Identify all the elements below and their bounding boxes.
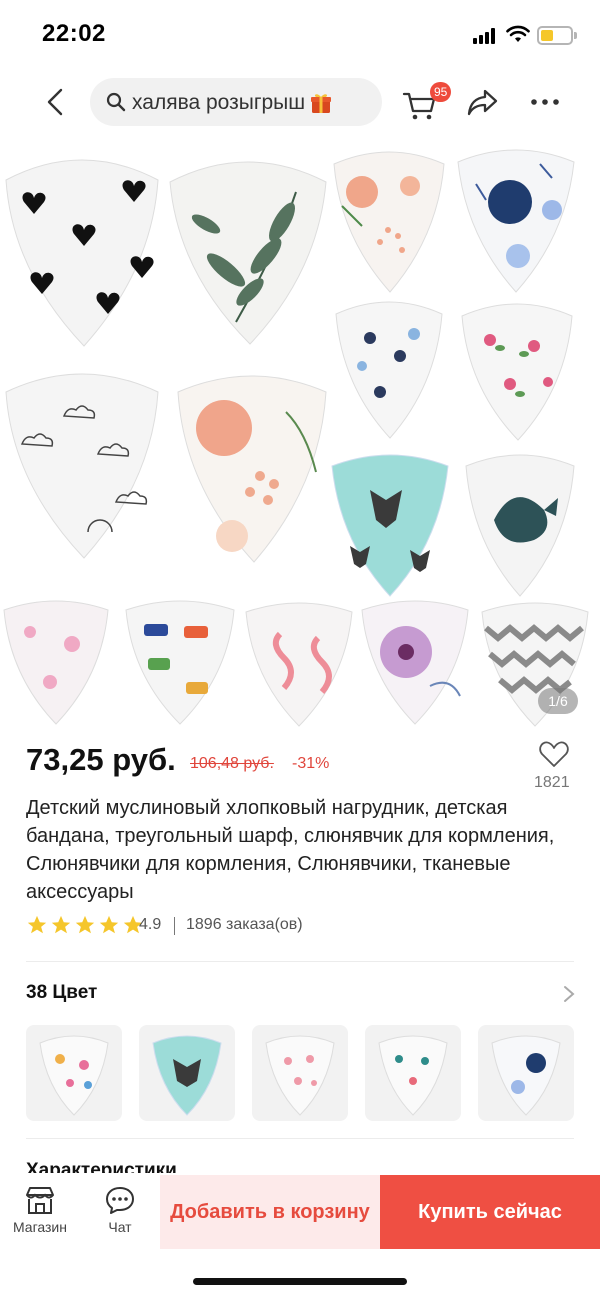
color-swatch-pink-shells[interactable] [252,1025,348,1121]
star-icon [27,915,47,934]
bib-lilac-flower-image [361,600,469,725]
bottom-action-bar: Магазин Чат Добавить в корзину Купить се… [0,1173,600,1251]
rating-value: 4.9 [139,916,162,933]
search-icon [106,92,126,112]
star-icon [51,915,71,934]
divider [26,1138,574,1139]
bib-peach-flower-image [177,375,327,563]
store-label: Магазин [12,1219,67,1235]
bib-dinosaur-image [335,301,443,439]
chat-tab[interactable]: Чат [80,1173,160,1251]
color-selector-header[interactable]: 38 Цвет [26,982,575,1008]
color-swatch-unicorn[interactable] [26,1025,122,1121]
product-image-gallery[interactable] [0,138,600,730]
nav-bar: халява розыгрыш 95 [0,74,600,130]
battery-tip [574,32,577,39]
bib-leaves-image [169,161,327,345]
divider [26,961,574,962]
store-tab[interactable]: Магазин [0,1173,80,1251]
product-title: Детский муслиновый хлопковый нагрудник, … [26,797,555,903]
chevron-right-icon [564,986,575,1002]
rating-separator [174,917,175,935]
bib-fox-mint-image [331,454,449,597]
orders-count: 1896 заказа(ов) [186,916,303,933]
search-input[interactable]: халява розыгрыш [90,78,382,126]
bib-clouds-image [5,373,159,559]
bib-blue-leaf-image [457,149,575,293]
wifi-icon [506,25,530,42]
old-price: 106,48 руб. [190,755,274,772]
status-time: 22:02 [42,20,106,47]
wishlist-count: 1821 [534,774,570,791]
gift-icon [311,94,331,113]
star-icon [75,915,95,934]
share-button[interactable] [465,86,501,118]
bib-cars-image [125,600,235,725]
bib-pink-unicorn-image [3,600,109,725]
color-swatches [26,1025,576,1121]
search-query: халява розыгрыш [132,91,306,114]
rating-stars [26,914,144,936]
cart-badge: 95 [430,82,452,102]
current-price: 73,25 руб. [26,742,176,777]
add-to-cart-button[interactable]: Добавить в корзину [160,1175,380,1249]
chat-label: Чат [108,1219,132,1235]
back-button[interactable] [36,82,76,122]
bib-flamingo-image [245,602,353,727]
wishlist-heart-icon[interactable] [538,738,570,770]
home-indicator [193,1278,407,1285]
buy-now-button[interactable]: Купить сейчас [380,1175,600,1249]
swatch-unicorn-image [39,1035,109,1116]
color-swatch-fox-mint[interactable] [139,1025,235,1121]
store-icon [26,1187,54,1214]
status-bar: 22:02 [0,0,600,70]
star-icon [99,915,119,934]
price-row: 73,25 руб. 106,48 руб. -31% [26,742,574,790]
color-swatch-blue-leaf[interactable] [478,1025,574,1121]
bib-hearts-image [5,159,159,347]
swatch-blue-leaf-image [491,1035,561,1116]
swatch-palms-image [378,1035,448,1116]
swatch-pink-shells-image [265,1035,335,1116]
more-button[interactable] [528,88,562,116]
discount-badge: -31% [292,755,330,772]
battery-icon [537,26,573,45]
rating-row[interactable]: 4.9 1896 заказа(ов) [26,914,426,938]
chat-icon [106,1187,134,1214]
signal-icon [473,28,499,44]
bib-pink-flower-image [333,151,445,293]
color-label: 38 Цвет [26,982,98,1003]
bib-roses-image [461,303,573,441]
swatch-fox-mint-image [152,1035,222,1116]
color-swatch-palms[interactable] [365,1025,461,1121]
bib-whale-image [465,454,575,597]
image-counter: 1/6 [538,688,578,714]
